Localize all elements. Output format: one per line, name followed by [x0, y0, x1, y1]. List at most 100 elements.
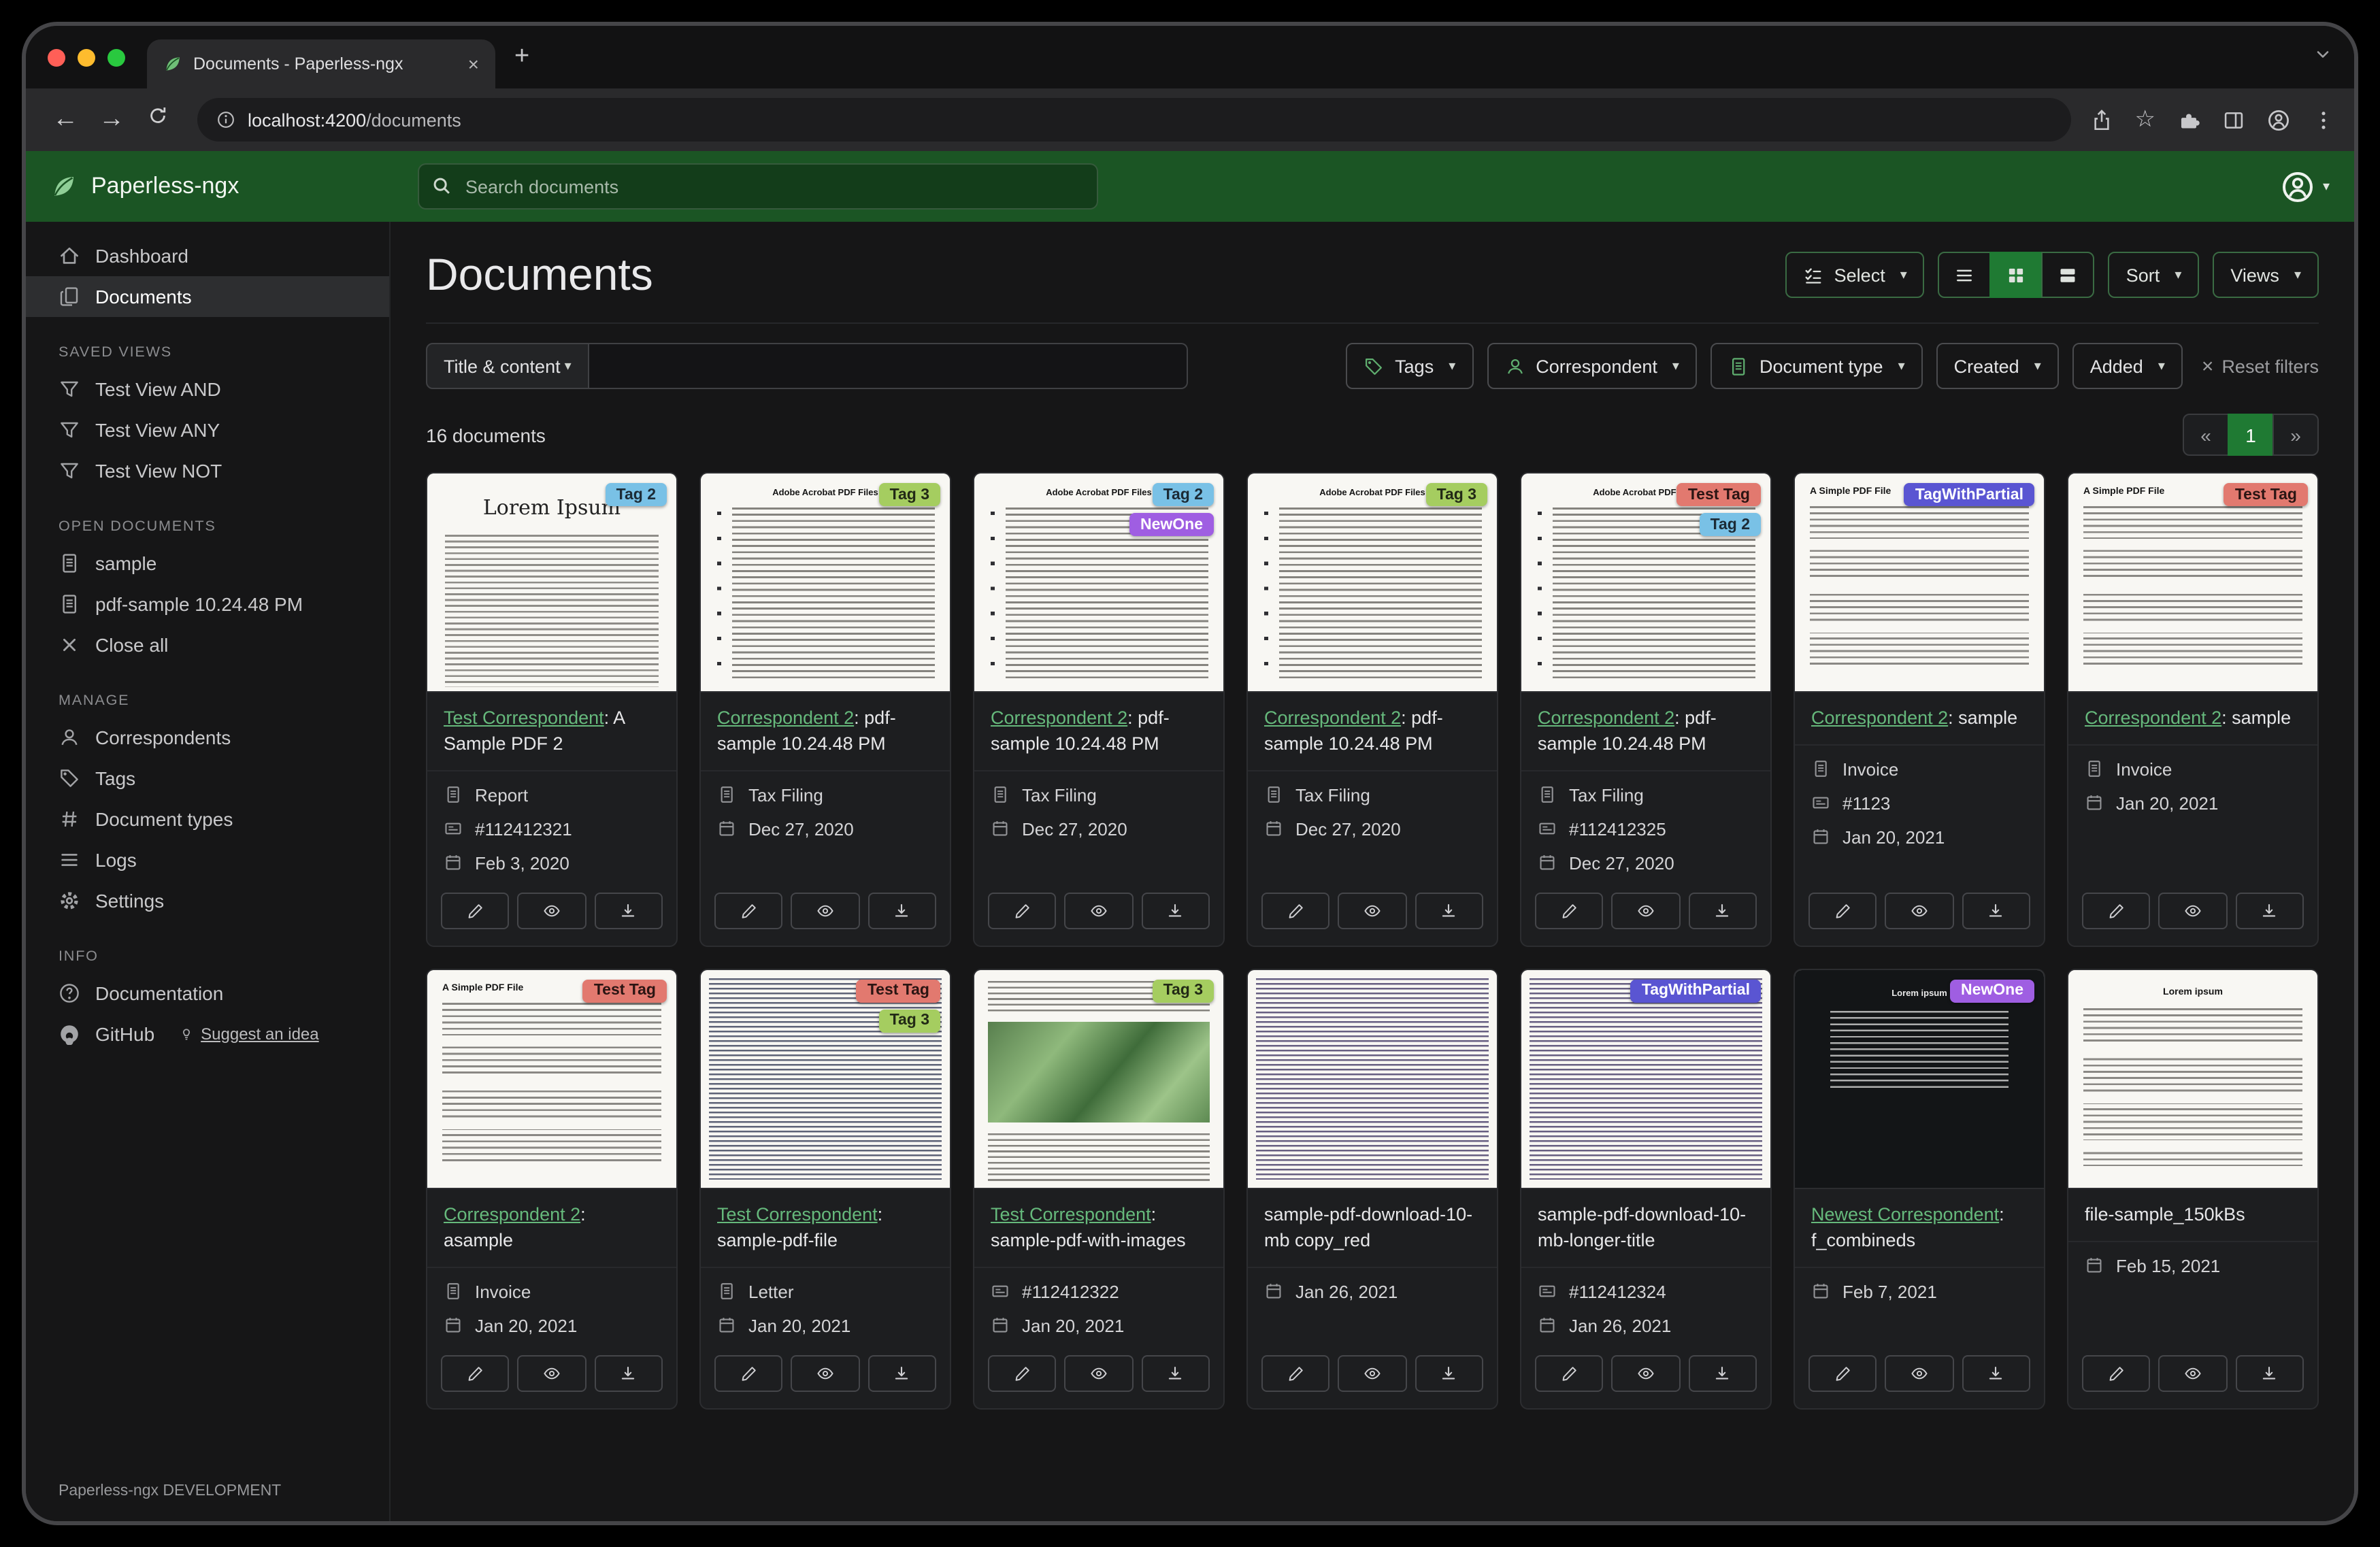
sidebar-item[interactable]: Test View AND [26, 369, 389, 410]
download-button[interactable] [1141, 1354, 1210, 1391]
document-thumbnail[interactable] [1248, 970, 1497, 1189]
correspondent-link[interactable]: Test Correspondent [991, 1204, 1151, 1225]
tag-badge[interactable]: TagWithPartial [1904, 483, 2034, 506]
download-button[interactable] [1415, 893, 1483, 929]
correspondent-link[interactable]: Correspondent 2 [2085, 708, 2221, 728]
correspondent-link[interactable]: Correspondent 2 [717, 708, 854, 728]
edit-button[interactable] [1261, 1354, 1330, 1391]
document-card[interactable]: sample-pdf-download-10-mb copy_red Jan 2… [1246, 969, 1498, 1410]
preview-button[interactable] [1338, 893, 1407, 929]
site-info-icon[interactable] [216, 110, 235, 129]
edit-button[interactable] [988, 893, 1057, 929]
sidebar-item[interactable]: pdf-sample 10.24.48 PM [26, 584, 389, 625]
filter-button[interactable]: Tags [1346, 343, 1473, 389]
profile-icon[interactable] [2267, 108, 2290, 131]
download-button[interactable] [867, 1354, 936, 1391]
split-view-icon[interactable] [2222, 108, 2245, 131]
page-number-button[interactable]: 1 [2228, 414, 2274, 456]
sidebar-item[interactable]: Correspondents [26, 717, 389, 758]
document-thumbnail[interactable]: Adobe Acrobat PDF Files Test Tag Tag 2 [1521, 473, 1770, 693]
download-button[interactable] [1962, 893, 2030, 929]
document-thumbnail[interactable]: Lorem ipsum [2068, 970, 2317, 1189]
preview-button[interactable] [791, 1354, 860, 1391]
tag-badge[interactable]: NewOne [1950, 980, 2034, 1003]
edit-button[interactable] [2082, 1354, 2151, 1391]
edit-button[interactable] [1535, 893, 1604, 929]
select-button[interactable]: Select [1785, 252, 1925, 298]
tag-badge[interactable]: TagWithPartial [1631, 980, 1761, 1003]
tag-badge[interactable]: Test Tag [1677, 483, 1761, 506]
preview-button[interactable] [791, 893, 860, 929]
download-button[interactable] [594, 1354, 663, 1391]
views-button[interactable]: Views [2213, 252, 2319, 298]
correspondent-link[interactable]: Newest Correspondent [1811, 1204, 1999, 1225]
download-button[interactable] [1141, 893, 1210, 929]
edit-button[interactable] [1808, 1354, 1877, 1391]
reset-filters-link[interactable]: × Reset filters [2202, 354, 2319, 378]
tag-badge[interactable]: Tag 3 [879, 1010, 940, 1033]
user-menu[interactable]: ▾ [2281, 169, 2330, 203]
sidebar-item[interactable]: Test View NOT [26, 450, 389, 491]
tag-badge[interactable]: Test Tag [2224, 483, 2308, 506]
filter-button[interactable]: Document type [1710, 343, 1923, 389]
tag-badge[interactable]: Tag 2 [606, 483, 667, 506]
download-button[interactable] [867, 893, 936, 929]
preview-button[interactable] [1065, 1354, 1134, 1391]
filter-title-input[interactable] [589, 343, 1188, 389]
close-window-button[interactable] [48, 48, 65, 66]
zoom-window-button[interactable] [108, 48, 125, 66]
tag-badge[interactable]: Test Tag [583, 980, 667, 1003]
document-thumbnail[interactable]: A Simple PDF File Test Tag [427, 970, 676, 1189]
download-button[interactable] [2235, 893, 2304, 929]
sidebar-item[interactable]: Document types [26, 799, 389, 839]
preview-button[interactable] [518, 1354, 586, 1391]
correspondent-link[interactable]: Correspondent 2 [1811, 708, 1948, 728]
app-brand[interactable]: Paperless-ngx [50, 173, 391, 200]
correspondent-link[interactable]: Test Correspondent [717, 1204, 878, 1225]
sidebar-item[interactable]: Settings [26, 880, 389, 921]
refresh-icon[interactable] [137, 105, 178, 135]
preview-button[interactable] [2159, 893, 2228, 929]
forward-icon[interactable]: → [91, 105, 132, 135]
correspondent-link[interactable]: Correspondent 2 [991, 708, 1127, 728]
document-card[interactable]: Lorem ipsum file-sample_150kBs [2067, 969, 2319, 1410]
tab-close-icon[interactable]: × [468, 53, 479, 75]
prev-page-button[interactable]: « [2183, 414, 2229, 456]
correspondent-link[interactable]: Correspondent 2 [1538, 708, 1674, 728]
view-cards-button[interactable] [2042, 252, 2095, 298]
document-thumbnail[interactable]: A Simple PDF File Test Tag [2068, 473, 2317, 693]
sidebar-item[interactable]: Logs [26, 839, 389, 880]
document-card[interactable]: A Simple PDF File TagWithPartial [1794, 472, 2045, 947]
download-button[interactable] [1688, 893, 1757, 929]
document-card[interactable]: TagWithPartial sample-pdf-download-10-mb… [1520, 969, 1772, 1410]
document-card[interactable]: Tag 3 Test Correspondent: sample-pdf-wit… [973, 969, 1225, 1410]
menu-dots-icon[interactable] [2312, 108, 2335, 131]
download-button[interactable] [2235, 1354, 2304, 1391]
document-thumbnail[interactable]: Tag 3 [974, 970, 1223, 1189]
preview-button[interactable] [1885, 1354, 1954, 1391]
tab-list-chevron-icon[interactable] [2313, 44, 2332, 70]
tag-badge[interactable]: Tag 3 [1153, 980, 1214, 1003]
edit-button[interactable] [714, 893, 783, 929]
view-grid-button[interactable] [1990, 252, 2043, 298]
correspondent-link[interactable]: Correspondent 2 [1264, 708, 1401, 728]
document-card[interactable]: Lorem ipsum NewOne Newest Cor [1794, 969, 2045, 1410]
bookmark-star-icon[interactable]: ☆ [2135, 106, 2156, 133]
document-thumbnail[interactable]: A Simple PDF File TagWithPartial [1795, 473, 2044, 693]
document-card[interactable]: A Simple PDF File Test Tag Co [2067, 472, 2319, 947]
document-card[interactable]: Adobe Acrobat PDF Files Tag 3 [1246, 472, 1498, 947]
edit-button[interactable] [988, 1354, 1057, 1391]
document-card[interactable]: Adobe Acrobat PDF Files Test Tag Tag 2 [1520, 472, 1772, 947]
correspondent-link[interactable]: Correspondent 2 [444, 1204, 580, 1225]
sidebar-item[interactable]: sample [26, 543, 389, 584]
download-button[interactable] [1415, 1354, 1483, 1391]
document-thumbnail[interactable]: Adobe Acrobat PDF Files Tag 2 NewOne [974, 473, 1223, 693]
document-card[interactable]: A Simple PDF File Test Tag Co [426, 969, 678, 1410]
document-thumbnail[interactable]: Test Tag Tag 3 [701, 970, 950, 1189]
tag-badge[interactable]: Tag 2 [1153, 483, 1214, 506]
document-thumbnail[interactable]: Lorem Ipsum Tag 2 [427, 473, 676, 693]
back-icon[interactable]: ← [45, 105, 86, 135]
edit-button[interactable] [441, 1354, 510, 1391]
filter-button[interactable]: Added [2072, 343, 2183, 389]
share-icon[interactable] [2090, 108, 2113, 131]
